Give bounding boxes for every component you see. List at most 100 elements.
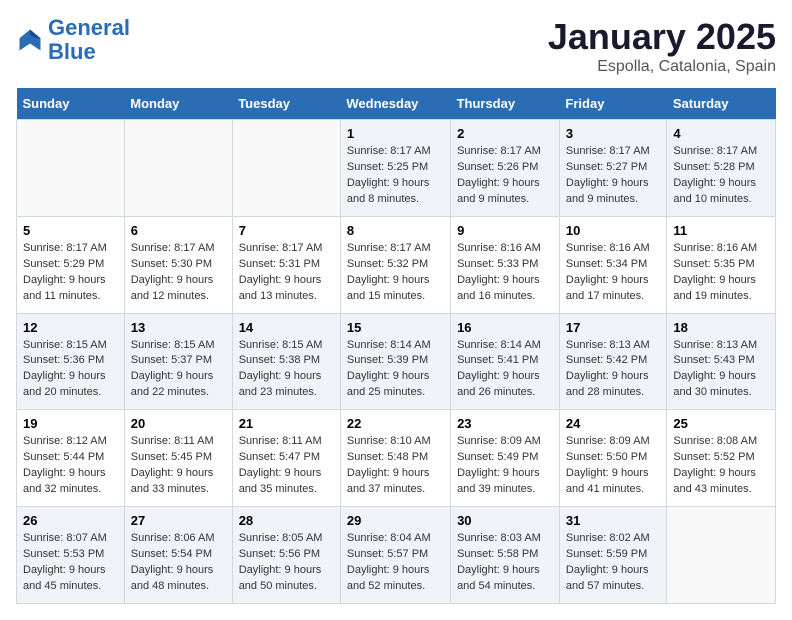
day-cell xyxy=(17,120,125,217)
day-number: 18 xyxy=(673,320,769,335)
day-cell: 23 Sunrise: 8:09 AM Sunset: 5:49 PM Dayli… xyxy=(451,410,560,507)
day-number: 22 xyxy=(347,416,444,431)
logo-icon xyxy=(16,26,44,54)
day-cell: 1 Sunrise: 8:17 AM Sunset: 5:25 PM Daylig… xyxy=(340,120,450,217)
day-info: Sunrise: 8:08 AM Sunset: 5:52 PM Dayligh… xyxy=(673,434,769,498)
day-cell: 27 Sunrise: 8:06 AM Sunset: 5:54 PM Dayli… xyxy=(124,507,232,604)
day-number: 24 xyxy=(566,416,660,431)
day-cell: 19Sunrise: 8:12 AM Sunset: 5:44 PM Dayli… xyxy=(17,410,125,507)
day-cell: 26 Sunrise: 8:07 AM Sunset: 5:53 PM Dayli… xyxy=(17,507,125,604)
day-number: 20 xyxy=(131,416,226,431)
day-info: Sunrise: 8:17 AM Sunset: 5:32 PM Dayligh… xyxy=(347,241,444,305)
col-header-saturday: Saturday xyxy=(667,88,776,120)
day-cell: 24 Sunrise: 8:09 AM Sunset: 5:50 PM Dayli… xyxy=(559,410,666,507)
day-cell: 5Sunrise: 8:17 AM Sunset: 5:29 PM Daylig… xyxy=(17,216,125,313)
day-number: 11 xyxy=(673,223,769,238)
day-info: Sunrise: 8:10 AM Sunset: 5:48 PM Dayligh… xyxy=(347,434,444,498)
day-cell: 14 Sunrise: 8:15 AM Sunset: 5:38 PM Dayli… xyxy=(232,313,340,410)
day-info: Sunrise: 8:12 AM Sunset: 5:44 PM Dayligh… xyxy=(23,434,118,498)
day-info: Sunrise: 8:13 AM Sunset: 5:43 PM Dayligh… xyxy=(673,338,769,402)
day-number: 14 xyxy=(239,320,334,335)
day-info: Sunrise: 8:15 AM Sunset: 5:38 PM Dayligh… xyxy=(239,338,334,402)
day-cell: 12 Sunrise: 8:15 AM Sunset: 5:36 PM Dayli… xyxy=(17,313,125,410)
page-header: General Blue January 2025 Espolla, Catal… xyxy=(16,16,776,76)
week-row-4: 19Sunrise: 8:12 AM Sunset: 5:44 PM Dayli… xyxy=(17,410,776,507)
day-number: 23 xyxy=(457,416,553,431)
day-cell: 10 Sunrise: 8:16 AM Sunset: 5:34 PM Dayli… xyxy=(559,216,666,313)
logo: General Blue xyxy=(16,16,130,64)
day-cell: 4Sunrise: 8:17 AM Sunset: 5:28 PM Daylig… xyxy=(667,120,776,217)
day-info: Sunrise: 8:16 AM Sunset: 5:33 PM Dayligh… xyxy=(457,241,553,305)
title-block: January 2025 Espolla, Catalonia, Spain xyxy=(548,16,776,76)
day-number: 10 xyxy=(566,223,660,238)
day-info: Sunrise: 8:06 AM Sunset: 5:54 PM Dayligh… xyxy=(131,531,226,595)
day-info: Sunrise: 8:11 AM Sunset: 5:45 PM Dayligh… xyxy=(131,434,226,498)
day-number: 12 xyxy=(23,320,118,335)
col-header-monday: Monday xyxy=(124,88,232,120)
day-info: Sunrise: 8:09 AM Sunset: 5:49 PM Dayligh… xyxy=(457,434,553,498)
week-row-2: 5Sunrise: 8:17 AM Sunset: 5:29 PM Daylig… xyxy=(17,216,776,313)
day-number: 2 xyxy=(457,126,553,141)
subtitle: Espolla, Catalonia, Spain xyxy=(548,58,776,76)
calendar-table: SundayMondayTuesdayWednesdayThursdayFrid… xyxy=(16,88,776,604)
day-cell: 31Sunrise: 8:02 AM Sunset: 5:59 PM Dayli… xyxy=(559,507,666,604)
day-info: Sunrise: 8:17 AM Sunset: 5:25 PM Dayligh… xyxy=(347,144,444,208)
day-cell: 29 Sunrise: 8:04 AM Sunset: 5:57 PM Dayli… xyxy=(340,507,450,604)
day-number: 7 xyxy=(239,223,334,238)
day-info: Sunrise: 8:05 AM Sunset: 5:56 PM Dayligh… xyxy=(239,531,334,595)
header-row: SundayMondayTuesdayWednesdayThursdayFrid… xyxy=(17,88,776,120)
day-number: 16 xyxy=(457,320,553,335)
day-cell: 15Sunrise: 8:14 AM Sunset: 5:39 PM Dayli… xyxy=(340,313,450,410)
day-info: Sunrise: 8:17 AM Sunset: 5:29 PM Dayligh… xyxy=(23,241,118,305)
day-info: Sunrise: 8:17 AM Sunset: 5:26 PM Dayligh… xyxy=(457,144,553,208)
day-cell: 16 Sunrise: 8:14 AM Sunset: 5:41 PM Dayli… xyxy=(451,313,560,410)
day-cell: 3Sunrise: 8:17 AM Sunset: 5:27 PM Daylig… xyxy=(559,120,666,217)
col-header-tuesday: Tuesday xyxy=(232,88,340,120)
day-info: Sunrise: 8:15 AM Sunset: 5:36 PM Dayligh… xyxy=(23,338,118,402)
day-info: Sunrise: 8:09 AM Sunset: 5:50 PM Dayligh… xyxy=(566,434,660,498)
day-number: 27 xyxy=(131,513,226,528)
day-cell xyxy=(232,120,340,217)
day-number: 13 xyxy=(131,320,226,335)
day-number: 17 xyxy=(566,320,660,335)
week-row-3: 12 Sunrise: 8:15 AM Sunset: 5:36 PM Dayli… xyxy=(17,313,776,410)
day-info: Sunrise: 8:14 AM Sunset: 5:41 PM Dayligh… xyxy=(457,338,553,402)
col-header-thursday: Thursday xyxy=(451,88,560,120)
day-info: Sunrise: 8:17 AM Sunset: 5:30 PM Dayligh… xyxy=(131,241,226,305)
week-row-5: 26 Sunrise: 8:07 AM Sunset: 5:53 PM Dayli… xyxy=(17,507,776,604)
day-info: Sunrise: 8:16 AM Sunset: 5:35 PM Dayligh… xyxy=(673,241,769,305)
day-info: Sunrise: 8:17 AM Sunset: 5:27 PM Dayligh… xyxy=(566,144,660,208)
day-cell: 13Sunrise: 8:15 AM Sunset: 5:37 PM Dayli… xyxy=(124,313,232,410)
day-info: Sunrise: 8:14 AM Sunset: 5:39 PM Dayligh… xyxy=(347,338,444,402)
day-cell: 28Sunrise: 8:05 AM Sunset: 5:56 PM Dayli… xyxy=(232,507,340,604)
day-cell xyxy=(124,120,232,217)
day-cell: 18 Sunrise: 8:13 AM Sunset: 5:43 PM Dayli… xyxy=(667,313,776,410)
day-cell xyxy=(667,507,776,604)
day-number: 6 xyxy=(131,223,226,238)
day-info: Sunrise: 8:11 AM Sunset: 5:47 PM Dayligh… xyxy=(239,434,334,498)
day-cell: 6 Sunrise: 8:17 AM Sunset: 5:30 PM Daylig… xyxy=(124,216,232,313)
day-cell: 9Sunrise: 8:16 AM Sunset: 5:33 PM Daylig… xyxy=(451,216,560,313)
main-title: January 2025 xyxy=(548,16,776,58)
day-cell: 20 Sunrise: 8:11 AM Sunset: 5:45 PM Dayli… xyxy=(124,410,232,507)
day-cell: 21 Sunrise: 8:11 AM Sunset: 5:47 PM Dayli… xyxy=(232,410,340,507)
day-number: 29 xyxy=(347,513,444,528)
day-number: 26 xyxy=(23,513,118,528)
day-number: 1 xyxy=(347,126,444,141)
day-number: 21 xyxy=(239,416,334,431)
col-header-wednesday: Wednesday xyxy=(340,88,450,120)
day-number: 31 xyxy=(566,513,660,528)
day-cell: 17 Sunrise: 8:13 AM Sunset: 5:42 PM Dayli… xyxy=(559,313,666,410)
day-info: Sunrise: 8:04 AM Sunset: 5:57 PM Dayligh… xyxy=(347,531,444,595)
day-info: Sunrise: 8:03 AM Sunset: 5:58 PM Dayligh… xyxy=(457,531,553,595)
logo-text: General Blue xyxy=(48,16,130,64)
day-info: Sunrise: 8:16 AM Sunset: 5:34 PM Dayligh… xyxy=(566,241,660,305)
day-cell: 30Sunrise: 8:03 AM Sunset: 5:58 PM Dayli… xyxy=(451,507,560,604)
day-info: Sunrise: 8:07 AM Sunset: 5:53 PM Dayligh… xyxy=(23,531,118,595)
day-number: 8 xyxy=(347,223,444,238)
day-info: Sunrise: 8:17 AM Sunset: 5:31 PM Dayligh… xyxy=(239,241,334,305)
day-cell: 8 Sunrise: 8:17 AM Sunset: 5:32 PM Daylig… xyxy=(340,216,450,313)
day-number: 25 xyxy=(673,416,769,431)
day-info: Sunrise: 8:17 AM Sunset: 5:28 PM Dayligh… xyxy=(673,144,769,208)
day-info: Sunrise: 8:13 AM Sunset: 5:42 PM Dayligh… xyxy=(566,338,660,402)
